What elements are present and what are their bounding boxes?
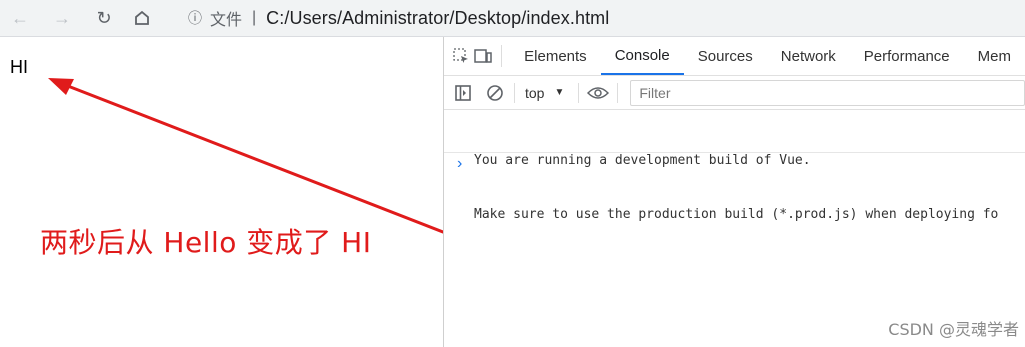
clear-icon — [487, 84, 503, 101]
clear-console-button[interactable] — [482, 80, 508, 106]
back-button[interactable]: ← — [8, 6, 32, 30]
protocol-label: 文件 — [210, 10, 243, 29]
tab-console[interactable]: Console — [600, 37, 684, 75]
console-message: You are running a development build of V… — [474, 153, 811, 168]
context-selector[interactable]: top ▼ — [525, 85, 564, 101]
address-separator: | — [252, 9, 257, 26]
home-button[interactable] — [130, 6, 154, 30]
page-hi-text: HI — [10, 57, 28, 77]
toolbar-separator — [514, 82, 515, 103]
page-viewport: HI 两秒后从 Hello 变成了 HI — [0, 37, 443, 347]
reload-icon: ↻ — [96, 8, 112, 28]
address-bar[interactable]: ⓘ 文件 | C:/Users/Administrator/Desktop/in… — [176, 4, 1022, 32]
console-prompt-icon[interactable]: › — [457, 155, 462, 173]
toolbar-separator-2 — [578, 82, 580, 103]
console-output: You are running a development build of V… — [444, 110, 1025, 260]
tab-memory[interactable]: Mem — [964, 37, 1025, 75]
annotation-arrow — [48, 78, 443, 234]
device-icon — [473, 49, 492, 63]
devtools-tabs: Elements Console Sources Network Perform… — [444, 37, 1025, 76]
filter-input[interactable]: Filter — [630, 79, 1025, 106]
annotation-text: 两秒后从 Hello 变成了 HI — [40, 226, 372, 259]
toolbar-separator-3 — [617, 82, 619, 103]
tabs-separator — [501, 45, 503, 67]
sidebar-icon — [455, 84, 471, 101]
reload-button[interactable]: ↻ — [92, 6, 116, 30]
url-text[interactable]: C:/Users/Administrator/Desktop/index.htm… — [266, 8, 609, 29]
device-toolbar-button[interactable] — [472, 42, 494, 70]
forward-button[interactable]: → — [50, 6, 74, 30]
sidebar-toggle-button[interactable] — [450, 80, 476, 106]
eye-icon — [587, 86, 610, 99]
devtools-panel: Elements Console Sources Network Perform… — [444, 37, 1025, 347]
tab-elements[interactable]: Elements — [510, 37, 601, 75]
live-expression-button[interactable] — [585, 80, 611, 106]
arrow-left-icon: ← — [11, 8, 29, 28]
tab-performance[interactable]: Performance — [850, 37, 964, 75]
console-message: Make sure to use the production build (*… — [474, 207, 999, 222]
watermark: CSDN @灵魂学者 — [888, 320, 1019, 339]
tab-sources[interactable]: Sources — [684, 37, 767, 75]
console-divider — [444, 152, 1025, 153]
arrow-right-icon: → — [53, 8, 71, 28]
context-label: top — [525, 84, 545, 101]
inspect-icon — [453, 48, 468, 63]
inspect-element-button[interactable] — [450, 42, 472, 70]
caret-down-icon: ▼ — [554, 87, 565, 98]
console-toolbar: top ▼ Filter — [444, 76, 1025, 110]
home-icon — [135, 10, 149, 25]
tab-network[interactable]: Network — [767, 37, 850, 75]
info-icon[interactable]: ⓘ — [188, 8, 202, 28]
browser-toolbar: ← → ↻ ⓘ 文件 | C:/Users/Administrator/Desk… — [0, 0, 1025, 37]
